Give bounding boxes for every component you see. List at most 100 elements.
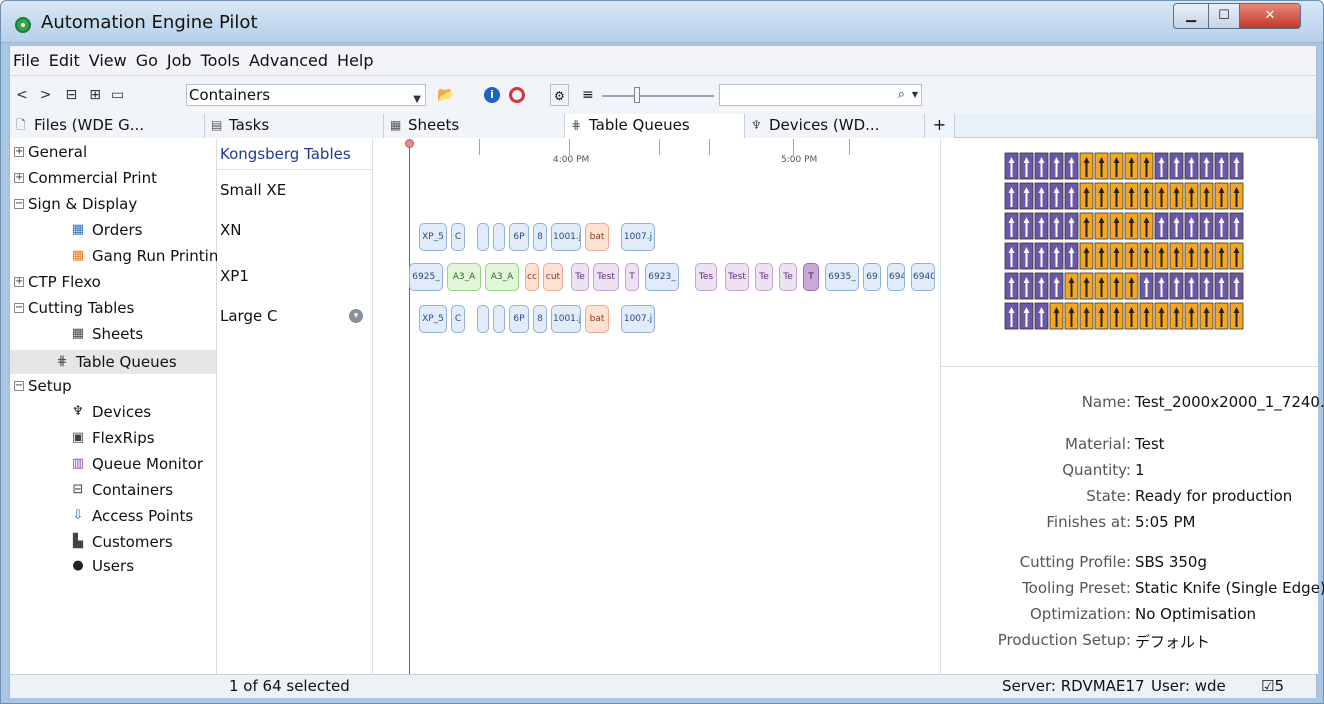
collapse-icon[interactable]: − bbox=[14, 199, 24, 209]
info-icon[interactable]: i bbox=[484, 87, 500, 103]
zoom-slider-track[interactable] bbox=[602, 95, 714, 97]
job-block[interactable]: bat bbox=[585, 305, 609, 333]
table-badge-icon[interactable]: ▾ bbox=[349, 309, 363, 323]
nav-containers[interactable]: ⊟ Containers bbox=[70, 481, 174, 499]
close-button[interactable]: ✕ bbox=[1239, 3, 1301, 29]
job-block[interactable]: 6P bbox=[509, 305, 529, 333]
job-block[interactable] bbox=[477, 223, 489, 251]
timeline-panel[interactable]: 4:00 PM 5:00 PM XP_5 C 6P 8 1001.j bat 1… bbox=[373, 139, 941, 674]
expand-icon[interactable]: + bbox=[14, 173, 24, 183]
job-block[interactable]: 1001.j bbox=[551, 305, 581, 333]
expand-icon[interactable]: + bbox=[14, 277, 24, 287]
list-view-icon[interactable]: ⊟ bbox=[65, 87, 77, 103]
job-block[interactable]: 8 bbox=[533, 305, 547, 333]
job-block[interactable] bbox=[477, 305, 489, 333]
nav-queue-monitor[interactable]: ▥ Queue Monitor bbox=[70, 455, 203, 473]
job-block[interactable] bbox=[493, 223, 505, 251]
open-container-icon[interactable]: 📂 bbox=[437, 84, 454, 106]
job-block[interactable]: 1007.j bbox=[621, 223, 655, 251]
zoom-slider-thumb[interactable] bbox=[634, 87, 640, 103]
nav-orders[interactable]: ▦ Orders bbox=[70, 221, 143, 239]
job-block[interactable]: Te bbox=[571, 263, 589, 291]
view-select[interactable]: Containers ▼ bbox=[186, 84, 426, 106]
nav-ctp-flexo[interactable]: + CTP Flexo bbox=[14, 273, 101, 291]
nav-table-queues[interactable]: ⋕ Table Queues bbox=[10, 350, 216, 374]
table-row-small-xe[interactable]: Small XE bbox=[220, 181, 286, 199]
menu-go[interactable]: Go bbox=[135, 51, 159, 70]
job-block[interactable]: C bbox=[451, 305, 465, 333]
settings-toggle-icon[interactable]: ⚙ bbox=[550, 84, 569, 106]
job-block[interactable]: XP_5 bbox=[419, 223, 447, 251]
collapse-icon[interactable]: − bbox=[14, 303, 24, 313]
tab-sheets[interactable]: ▦ Sheets bbox=[384, 114, 565, 138]
menu-view[interactable]: View bbox=[88, 51, 128, 70]
job-block[interactable]: Te bbox=[755, 263, 773, 291]
job-block[interactable]: C bbox=[451, 223, 465, 251]
menu-help[interactable]: Help bbox=[336, 51, 374, 70]
job-block[interactable]: A3_A bbox=[447, 263, 481, 291]
collapse-icon[interactable]: − bbox=[14, 381, 24, 391]
nav-commercial-print[interactable]: + Commercial Print bbox=[14, 169, 157, 187]
nav-sign-display[interactable]: − Sign & Display bbox=[14, 195, 137, 213]
nav-gang-run[interactable]: ▦ Gang Run Printing bbox=[70, 247, 228, 265]
nav-sheets[interactable]: ▦ Sheets bbox=[70, 325, 143, 343]
menu-advanced[interactable]: Advanced bbox=[248, 51, 329, 70]
job-block[interactable]: Test bbox=[593, 263, 619, 291]
job-block[interactable]: 694 bbox=[887, 263, 905, 291]
stop-icon[interactable] bbox=[509, 87, 525, 103]
tab-devices[interactable]: ♆ Devices (WD... bbox=[745, 114, 925, 138]
job-block[interactable]: cut bbox=[543, 263, 563, 291]
job-block[interactable]: 8 bbox=[533, 223, 547, 251]
table-row-large-c[interactable]: Large C bbox=[220, 307, 277, 325]
nav-users[interactable]: ● Users bbox=[70, 557, 134, 575]
job-block[interactable]: 1001.j bbox=[551, 223, 581, 251]
menu-file[interactable]: File bbox=[12, 51, 41, 70]
menu-tools[interactable]: Tools bbox=[200, 51, 241, 70]
table-row-xp1[interactable]: XP1 bbox=[220, 267, 249, 285]
nav-customers[interactable]: ▙ Customers bbox=[70, 533, 173, 551]
job-block[interactable]: 6923_ bbox=[645, 263, 679, 291]
expand-icon[interactable]: + bbox=[14, 147, 24, 157]
tasks-count[interactable]: ☑5 bbox=[1261, 677, 1284, 695]
job-block[interactable]: Te bbox=[779, 263, 797, 291]
job-block[interactable]: 1007.j bbox=[621, 305, 655, 333]
minimize-button[interactable]: ▁ bbox=[1173, 3, 1209, 29]
nav-flexrips[interactable]: ▣ FlexRips bbox=[70, 429, 155, 447]
table-row-xn[interactable]: XN bbox=[220, 221, 242, 239]
nav-access-points[interactable]: ⇩ Access Points bbox=[70, 507, 194, 525]
job-block[interactable]: 69 bbox=[863, 263, 881, 291]
job-block[interactable]: XP_5 bbox=[419, 305, 447, 333]
tab-table-queues[interactable]: ⋕ Table Queues bbox=[565, 114, 745, 138]
sheet-preview[interactable] bbox=[941, 139, 1318, 367]
job-block[interactable]: T bbox=[625, 263, 639, 291]
job-block[interactable] bbox=[493, 305, 505, 333]
back-icon[interactable]: < bbox=[16, 87, 28, 103]
add-tab-button[interactable]: + bbox=[925, 114, 955, 138]
job-block[interactable]: bat bbox=[585, 223, 609, 251]
panel-view-icon[interactable]: ▭ bbox=[111, 87, 124, 103]
menu-edit[interactable]: Edit bbox=[48, 51, 81, 70]
nav-cutting-tables[interactable]: − Cutting Tables bbox=[14, 299, 134, 317]
job-block[interactable]: 6940 bbox=[911, 263, 935, 291]
job-block[interactable]: 6935_ bbox=[825, 263, 859, 291]
job-block[interactable]: 6P bbox=[509, 223, 529, 251]
job-block[interactable]: A3_A bbox=[485, 263, 519, 291]
title-bar[interactable]: Automation Engine Pilot ▁ ☐ ✕ bbox=[1, 1, 1323, 43]
maximize-button[interactable]: ☐ bbox=[1208, 3, 1240, 29]
tab-files[interactable]: 🗋 Files (WDE G... bbox=[10, 114, 205, 138]
search-input[interactable]: ⌕ ▼ bbox=[719, 84, 922, 106]
nav-setup[interactable]: − Setup bbox=[14, 377, 72, 395]
menu-icon[interactable]: ≡ bbox=[582, 84, 594, 106]
job-block[interactable]: Tes bbox=[695, 263, 717, 291]
search-dropdown-icon[interactable]: ▼ bbox=[912, 90, 918, 99]
grid-view-icon[interactable]: ⊞ bbox=[89, 87, 101, 103]
nav-general[interactable]: + General bbox=[14, 143, 87, 161]
nav-devices[interactable]: ♆ Devices bbox=[70, 403, 151, 421]
menu-job[interactable]: Job bbox=[166, 51, 193, 70]
job-block[interactable]: cc bbox=[525, 263, 539, 291]
current-time-marker[interactable] bbox=[405, 139, 414, 148]
job-block[interactable]: T bbox=[803, 263, 819, 291]
forward-icon[interactable]: > bbox=[40, 87, 52, 103]
job-block[interactable]: 6925_ bbox=[409, 263, 443, 291]
tab-tasks[interactable]: ▤ Tasks bbox=[205, 114, 384, 138]
